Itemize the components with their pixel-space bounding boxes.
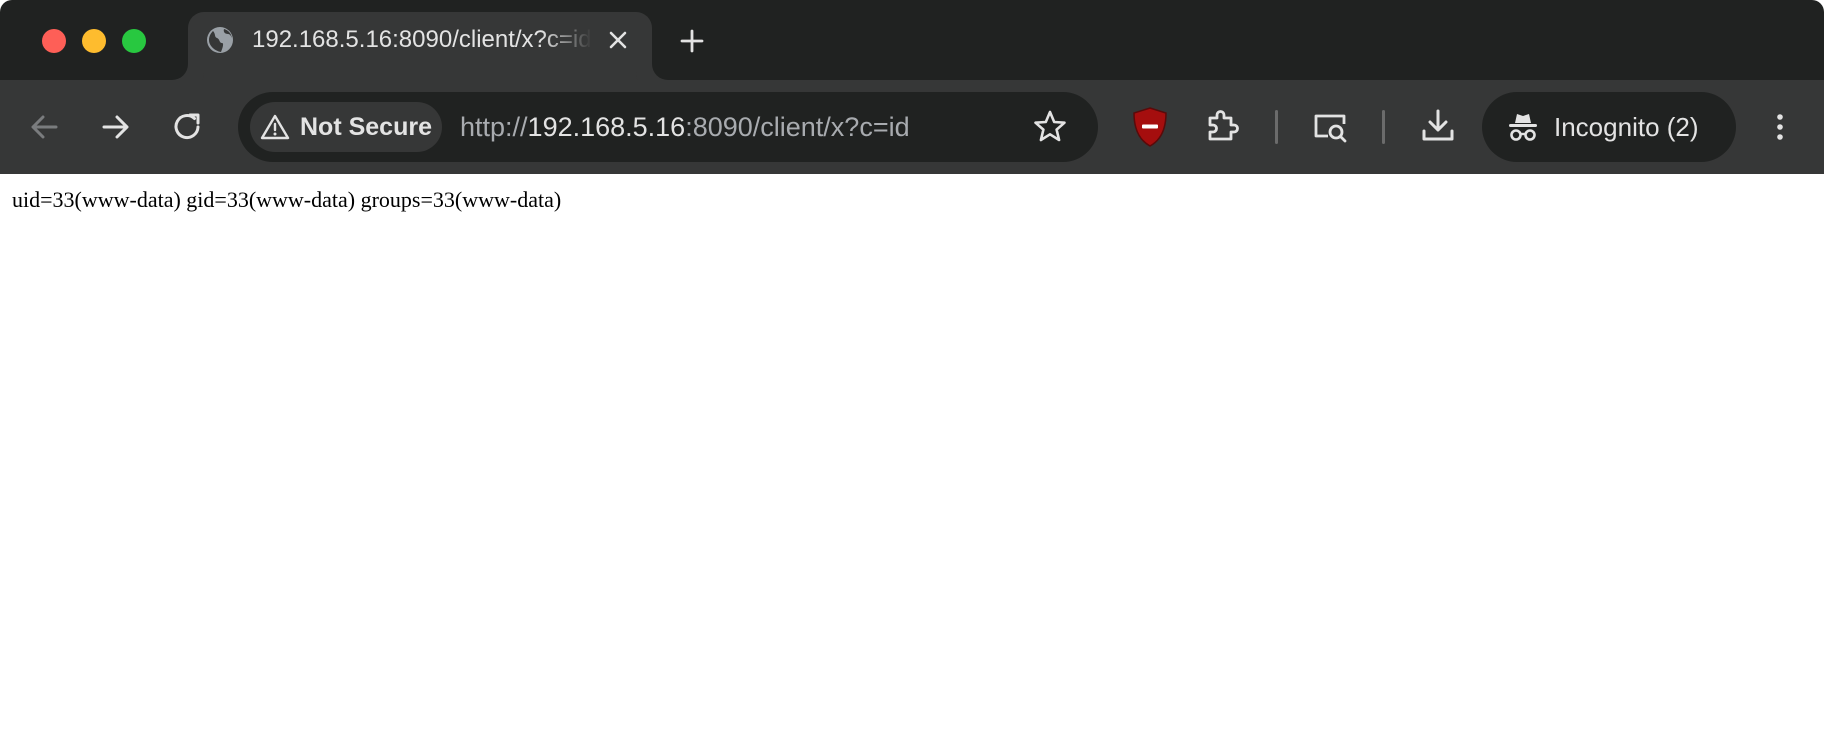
toolbar-divider	[1382, 110, 1385, 144]
incognito-indicator[interactable]: Incognito (2)	[1482, 92, 1736, 162]
downloads-button[interactable]	[1418, 106, 1458, 146]
tab-active[interactable]: 192.168.5.16:8090/client/x?c=id	[188, 12, 652, 80]
lens-search-icon	[1314, 114, 1347, 143]
close-icon[interactable]	[606, 28, 630, 52]
security-indicator[interactable]: Not Secure	[250, 102, 442, 152]
tab-strip: 192.168.5.16:8090/client/x?c=id	[0, 0, 1824, 80]
incognito-icon	[1509, 114, 1537, 141]
address-bar[interactable]: Not Secure http://192.168.5.16:8090/clie…	[238, 92, 1098, 162]
lens-search-button[interactable]	[1310, 107, 1350, 147]
kebab-menu-icon	[1777, 114, 1783, 140]
forward-button[interactable]	[96, 107, 136, 147]
plus-icon[interactable]	[677, 26, 707, 56]
tab-title: 192.168.5.16:8090/client/x?c=id	[252, 26, 592, 53]
reload-icon	[174, 113, 200, 140]
security-label: Not Secure	[300, 113, 432, 141]
reload-button[interactable]	[168, 107, 208, 147]
arrow-right-icon	[102, 115, 129, 139]
incognito-label: Incognito (2)	[1554, 112, 1699, 142]
extensions-button[interactable]	[1202, 106, 1242, 146]
warning-triangle-icon	[260, 114, 290, 140]
toolbar-divider	[1275, 110, 1278, 144]
puzzle-extensions-icon	[1208, 110, 1239, 141]
star-icon[interactable]	[1031, 108, 1069, 146]
ublock-extension-button[interactable]	[1129, 105, 1171, 149]
command-output: uid=33(www-data) gid=33(www-data) groups…	[12, 187, 562, 212]
page-content: uid=33(www-data) gid=33(www-data) groups…	[0, 174, 1824, 750]
browser-toolbar: Not Secure http://192.168.5.16:8090/clie…	[0, 80, 1824, 174]
window-close-button[interactable]	[42, 29, 66, 53]
browser-menu-button[interactable]	[1760, 107, 1800, 147]
arrow-left-icon	[31, 115, 58, 139]
url-text[interactable]: http://192.168.5.16:8090/client/x?c=id	[460, 92, 910, 162]
url-scheme: http://	[460, 112, 528, 142]
url-host: 192.168.5.16	[527, 112, 686, 142]
window-minimize-button[interactable]	[82, 29, 106, 53]
download-icon	[1422, 109, 1454, 141]
globe-icon	[207, 27, 233, 53]
url-path: :8090/client/x?c=id	[685, 112, 910, 142]
back-button[interactable]	[24, 107, 64, 147]
ublock-shield-icon	[1133, 107, 1167, 147]
window-zoom-button[interactable]	[122, 29, 146, 53]
